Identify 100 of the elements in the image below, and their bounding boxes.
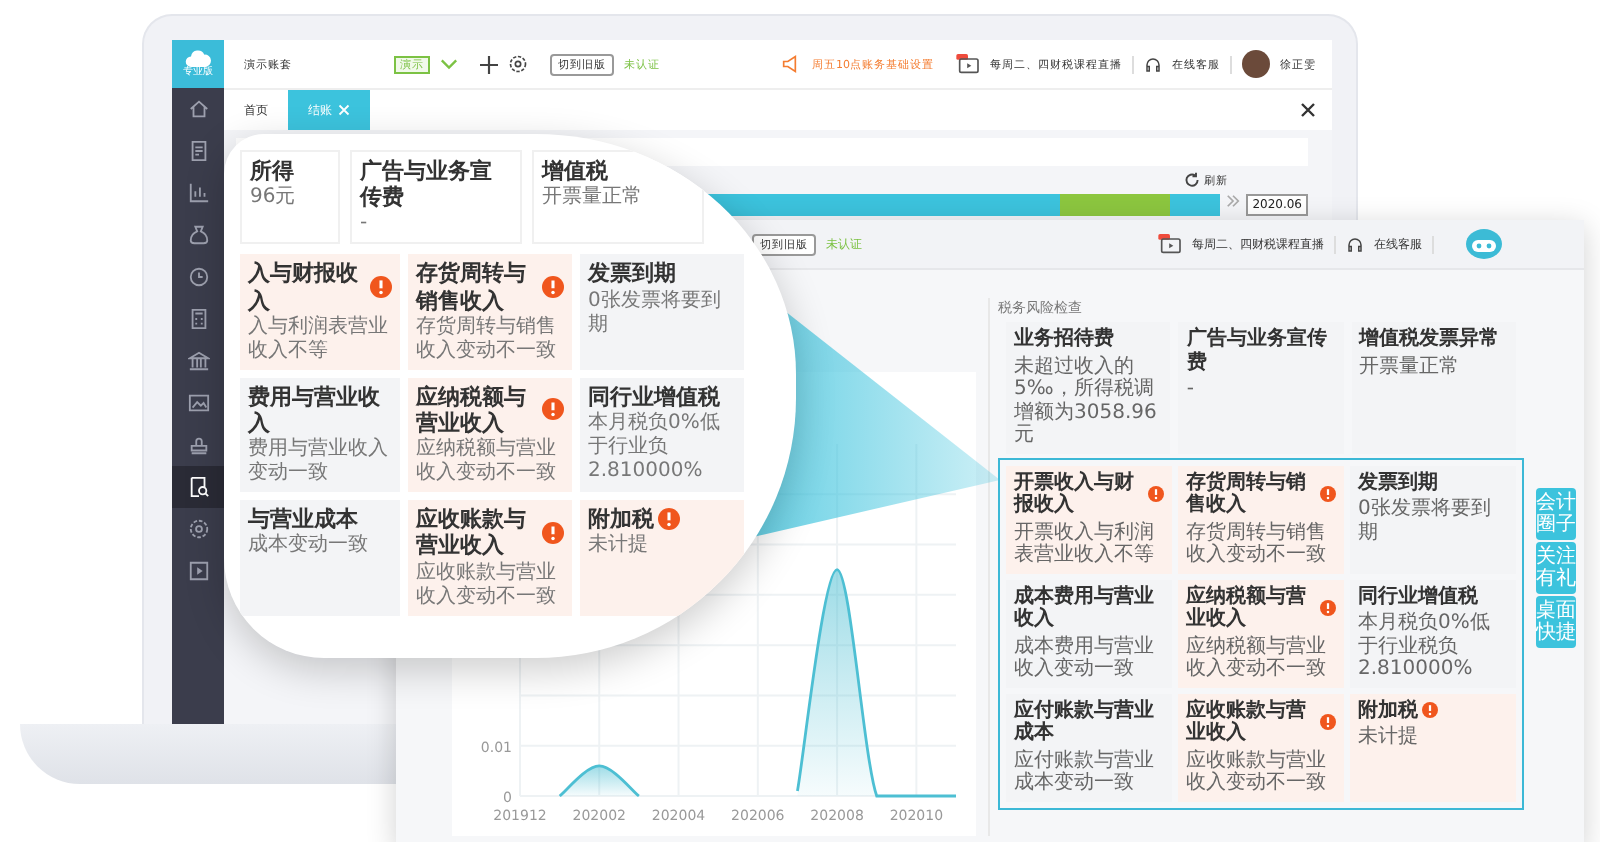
card-title: 应付账款与营业成本 <box>1014 699 1156 745</box>
card-description: 开票收入与利润表营业收入不等 <box>1014 521 1156 567</box>
card-title: 入与财报收入 <box>248 260 360 314</box>
megaphone-icon <box>782 54 802 74</box>
card-description: 成本变动一致 <box>248 534 370 559</box>
warning-icon <box>1320 486 1336 502</box>
warning-icon <box>370 276 392 299</box>
card-description: 未计提 <box>588 534 650 559</box>
risk-card[interactable]: 应收账款与营业收入 应收账款与营业收入变动不一致 <box>1178 693 1344 801</box>
risk-card[interactable]: 附加税 未计提 <box>1350 693 1516 801</box>
card-description: 0张发票将要到期 <box>1358 498 1493 544</box>
warning-icon <box>1148 486 1164 502</box>
home-icon <box>187 98 209 120</box>
card-title: 增值税 <box>542 158 610 185</box>
card-title: 成本费用与营业收入 <box>1014 585 1156 631</box>
card-title: 应收账款与营业收入 <box>1186 699 1308 745</box>
bar-chart-icon <box>187 182 209 204</box>
card-description: 开票量正常 <box>1359 355 1462 378</box>
card-description: 本月税负0%低于行业税负2.810000% <box>1358 612 1492 681</box>
risk-card[interactable]: 发票到期 0张发票将要到期 <box>580 254 744 370</box>
card-description: 存货周转与销售收入变动不一致 <box>416 315 558 364</box>
card-description: 96元 <box>250 186 298 211</box>
card-title: 应纳税额与营业收入 <box>416 383 528 437</box>
close-icon[interactable] <box>1300 102 1316 118</box>
plus-icon[interactable] <box>480 55 498 73</box>
search-document-icon <box>187 476 209 498</box>
card-description: 应纳税额与营业收入变动不一致 <box>416 438 558 487</box>
card-description: 应付账款与营业成本变动一致 <box>1014 749 1156 795</box>
card-description: 费用与营业收入变动一致 <box>248 438 390 487</box>
risk-card[interactable]: 应收账款与营业收入 应收账款与营业收入变动不一致 <box>408 500 572 615</box>
card-title: 同行业增值税 <box>588 383 720 410</box>
double-chevron-icon <box>1226 194 1241 208</box>
card-description: 未超过收入的5‰，所得税调增额为3058.96元 <box>1014 355 1159 447</box>
card-description: - <box>1186 378 1196 401</box>
settings-icon[interactable] <box>508 54 528 74</box>
clock-icon <box>187 266 209 288</box>
card-title: 发票到期 <box>1358 471 1438 494</box>
card-description: 0张发票将要到期 <box>588 289 723 338</box>
card-description: 应收账款与营业收入变动不一致 <box>1186 749 1328 795</box>
summary-card[interactable]: 广告与业务宣传费 - <box>350 150 522 245</box>
card-description: 本月税负0%低于行业负2.810000% <box>588 411 722 484</box>
card-title: 发票到期 <box>588 260 676 288</box>
card-description: 入与利润表营业收入不等 <box>248 315 390 364</box>
warning-icon <box>1320 600 1336 616</box>
risk-card[interactable]: 与营业成本 成本变动一致 <box>240 500 400 615</box>
bank-icon <box>187 350 209 372</box>
summary-card[interactable]: 所得 96元 <box>240 150 340 245</box>
card-title: 应收账款与营业收入 <box>416 506 528 559</box>
risk-card[interactable]: 存货周转与销售收入 存货周转与销售收入变动不一致 <box>408 254 572 370</box>
warning-icon <box>542 398 564 421</box>
warning-icon <box>542 521 564 544</box>
card-description: - <box>360 212 370 237</box>
warning-icon <box>542 276 564 299</box>
refresh-icon[interactable] <box>1184 172 1200 188</box>
card-title: 附加税 <box>588 506 654 533</box>
money-bag-icon <box>187 224 209 246</box>
document-icon <box>187 140 209 162</box>
risk-card[interactable]: 应纳税额与营业收入 应纳税额与营业收入变动不一致 <box>1178 579 1344 687</box>
risk-card[interactable]: 附加税 未计提 <box>580 500 744 615</box>
summary-card[interactable]: 增值税 开票量正常 <box>532 150 704 245</box>
card-title: 广告与业务宣传费 <box>360 158 494 211</box>
card-title: 广告与业务宣传费 <box>1186 328 1329 374</box>
warning-icon <box>1422 702 1438 719</box>
card-description: 开票量正常 <box>542 186 644 211</box>
risk-card[interactable]: 费用与营业收入 费用与营业收入变动一致 <box>240 377 400 493</box>
card-title: 存货周转与销售收入 <box>416 260 528 314</box>
card-description: 存货周转与销售收入变动不一致 <box>1186 521 1328 567</box>
headset-icon <box>1346 235 1364 253</box>
card-title: 同行业增值税 <box>1358 585 1478 608</box>
card-description: 未计提 <box>1358 726 1420 749</box>
card-description: 应纳税额与营业收入变动不一致 <box>1186 635 1328 681</box>
card-title: 与营业成本 <box>248 506 358 533</box>
settings-icon <box>187 518 209 540</box>
warning-icon <box>1320 714 1336 730</box>
headset-icon <box>1144 55 1162 73</box>
card-title: 费用与营业收入 <box>248 383 382 437</box>
play-icon <box>187 560 209 582</box>
calculator-icon <box>187 308 209 330</box>
card-title: 业务招待费 <box>1014 328 1116 351</box>
image-icon <box>187 392 209 414</box>
risk-card[interactable]: 存货周转与销售收入 存货周转与销售收入变动不一致 <box>1178 465 1344 573</box>
live-tv-icon <box>956 54 980 74</box>
card-title: 所得 <box>250 158 296 185</box>
risk-card[interactable]: 入与财报收入 入与利润表营业收入不等 <box>240 254 400 370</box>
card-title: 增值税发票异常 <box>1359 328 1502 351</box>
risk-card[interactable]: 开票收入与财报收入 开票收入与利润表营业收入不等 <box>1006 465 1172 573</box>
card-description: 成本费用与营业收入变动一致 <box>1014 635 1156 681</box>
cloud-icon <box>184 50 212 68</box>
risk-card[interactable]: 应纳税额与营业收入 应纳税额与营业收入变动不一致 <box>408 377 572 493</box>
stamp-icon <box>187 434 209 456</box>
risk-card[interactable]: 同行业增值税 本月税负0%低于行业负2.810000% <box>580 377 744 493</box>
warning-icon <box>658 508 680 531</box>
avatar[interactable] <box>1242 50 1270 78</box>
sidebar-item[interactable] <box>172 466 224 508</box>
card-title: 应纳税额与营业收入 <box>1186 585 1308 631</box>
card-title: 开票收入与财报收入 <box>1014 471 1136 517</box>
card-description: 应收账款与营业收入变动不一致 <box>416 561 558 609</box>
card-title: 附加税 <box>1358 699 1418 722</box>
live-tv-icon <box>1158 234 1182 254</box>
card-title: 存货周转与销售收入 <box>1186 471 1308 517</box>
